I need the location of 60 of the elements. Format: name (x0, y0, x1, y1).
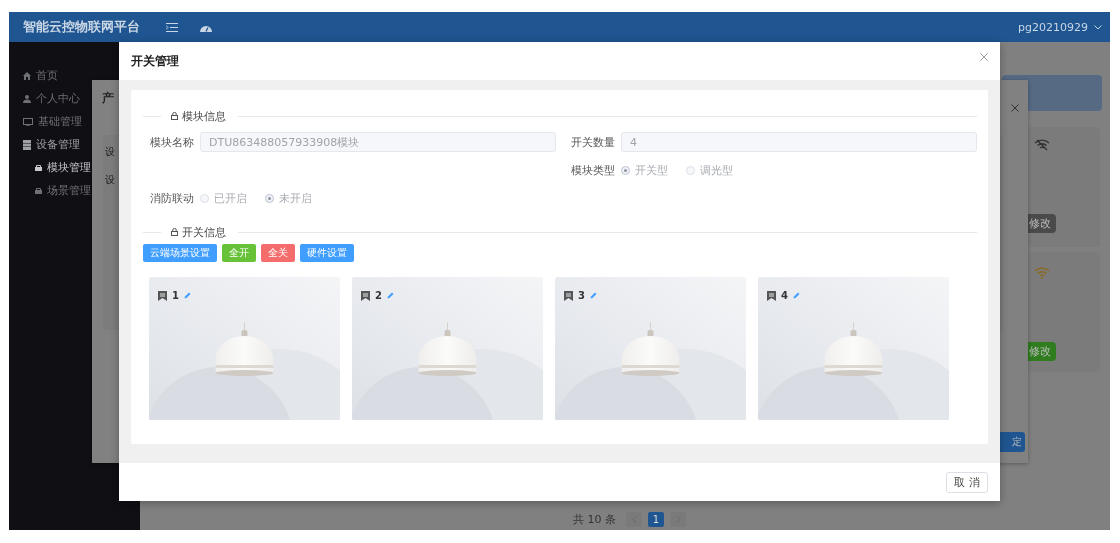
pencil-icon[interactable] (589, 292, 597, 299)
radio-button[interactable] (265, 193, 274, 203)
radio-button[interactable] (686, 165, 695, 175)
module-icon (35, 187, 42, 194)
pencil-icon[interactable] (386, 292, 394, 299)
bookmark-icon (767, 290, 776, 301)
monitor-icon (23, 117, 33, 126)
pencil-icon[interactable] (792, 292, 800, 299)
bookmark-icon (361, 290, 370, 301)
menu-icon[interactable] (166, 22, 178, 32)
user-menu[interactable]: pg20210929 (1018, 20, 1088, 34)
input-field[interactable]: 4 (621, 132, 977, 152)
action-button[interactable]: 全开 (222, 244, 256, 262)
user-icon (23, 94, 31, 103)
switch-name: 2 (375, 290, 382, 301)
field-label: 设 (105, 173, 115, 187)
bookmark-icon (564, 290, 573, 301)
chevron-down-icon[interactable] (1094, 24, 1102, 30)
module-icon (35, 164, 42, 171)
radio-button[interactable] (200, 193, 209, 203)
close-icon[interactable] (980, 53, 988, 61)
switch-name: 3 (578, 290, 585, 301)
action-button[interactable]: 硬件设置 (300, 244, 354, 262)
switch-name: 4 (781, 290, 788, 301)
home-icon (23, 71, 31, 80)
sidebar-item[interactable]: 基础管理 (9, 110, 140, 133)
switch-card[interactable]: 4 (758, 277, 949, 420)
radio-button[interactable] (621, 165, 630, 175)
field-label: 消防联动 (149, 190, 195, 206)
field-label: 模块名称 (149, 134, 195, 150)
lock-icon (171, 228, 178, 236)
close-icon[interactable] (1011, 104, 1019, 112)
switch-card[interactable]: 3 (555, 277, 746, 420)
dialog-title: 产 (102, 90, 114, 107)
bookmark-icon (158, 290, 167, 301)
field-label: 模块类型 (570, 162, 616, 178)
section-title: 模块信息 (182, 108, 226, 124)
page-button[interactable]: 1 (648, 512, 664, 527)
wifi-icon (1034, 267, 1050, 279)
action-button[interactable]: 全关 (261, 244, 295, 262)
switch-card[interactable]: 2 (352, 277, 543, 420)
action-button[interactable]: 云端场景设置 (143, 244, 217, 262)
pencil-icon[interactable] (183, 292, 191, 299)
pagination-total: 共 10 条 (573, 512, 616, 527)
radio-option[interactable]: 调光型 (686, 162, 733, 178)
cancel-button[interactable]: 取 消 (946, 471, 988, 493)
app-title: 智能云控物联网平台 (23, 18, 140, 36)
field-label: 开关数量 (570, 134, 616, 150)
wifi-off-icon (1034, 139, 1050, 151)
field-label: 设 (105, 145, 115, 159)
section-title: 开关信息 (182, 224, 226, 240)
database-icon (23, 139, 31, 150)
input-field[interactable]: DTU863488057933908模块 (200, 132, 556, 152)
radio-option[interactable]: 开关型 (621, 162, 668, 178)
lock-icon (171, 112, 178, 120)
radio-option[interactable]: 未开启 (265, 190, 312, 206)
switch-name: 1 (172, 290, 179, 301)
dialog-title: 开关管理 (131, 52, 179, 70)
switch-card[interactable]: 1 (149, 277, 340, 420)
radio-option[interactable]: 已开启 (200, 190, 247, 206)
